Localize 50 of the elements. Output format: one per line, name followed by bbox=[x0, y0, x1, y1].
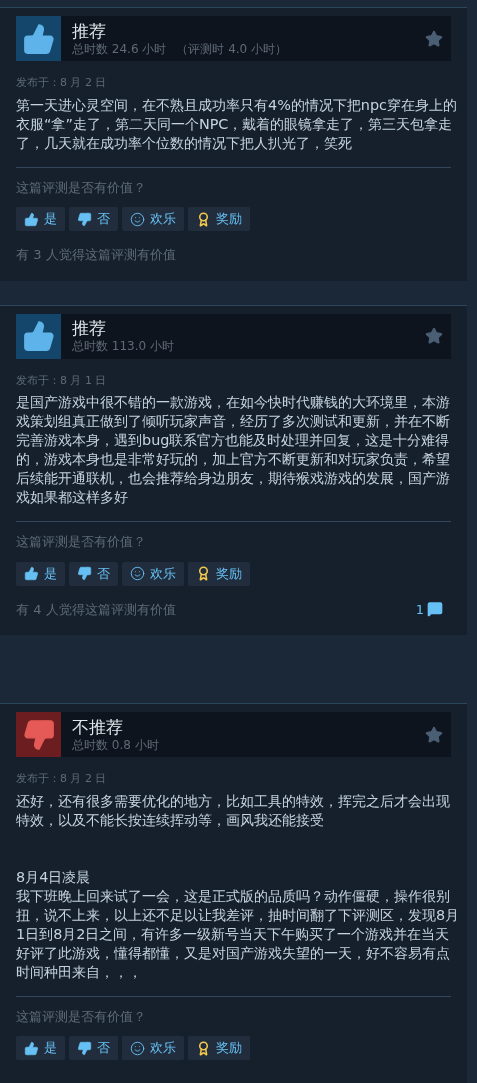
thumbs-down-icon bbox=[77, 566, 92, 581]
verdict-title: 推荐 bbox=[72, 318, 107, 338]
vote-button[interactable]: 否 bbox=[69, 1036, 118, 1060]
vote-button[interactable]: 奖励 bbox=[188, 561, 250, 586]
vote-button[interactable]: 否 bbox=[69, 561, 118, 586]
thumbs-down-icon bbox=[77, 211, 92, 227]
helpful-question: 这篇评测是否有价值？ bbox=[16, 178, 147, 197]
verdict-title: 不推荐 bbox=[72, 716, 124, 737]
posted-date: 发布于：8 月 2 日 bbox=[16, 771, 108, 787]
vote-button[interactable]: 是 bbox=[16, 1036, 65, 1060]
speech-bubble-icon bbox=[427, 601, 443, 618]
award-icon bbox=[196, 211, 211, 227]
thumbs-up-icon bbox=[24, 1040, 39, 1056]
playtime-text: 总时数 113.0 小时 bbox=[72, 338, 174, 354]
star-icon[interactable] bbox=[425, 725, 443, 744]
smiley-icon bbox=[130, 1040, 145, 1056]
star-icon[interactable] bbox=[425, 327, 443, 345]
award-icon bbox=[196, 1040, 211, 1056]
award-icon bbox=[196, 566, 211, 581]
playtime-at-review-text: （评测时 4.0 小时） bbox=[176, 40, 288, 57]
helpful-question: 这篇评测是否有价值？ bbox=[16, 533, 147, 551]
vote-button[interactable]: 欢乐 bbox=[122, 1036, 184, 1060]
smiley-icon bbox=[130, 211, 145, 227]
helpful-count-text: 有 4 人觉得这篇评测有价值 bbox=[16, 600, 176, 619]
vote-button[interactable]: 欢乐 bbox=[122, 561, 184, 586]
thumbs-up-icon bbox=[24, 566, 39, 581]
review-text: 还好，还有很多需要优化的地方，比如工具的特效，挥完之后才会出现特效，以及不能长按连续挥动等，画风我还能接受 bbox=[16, 791, 451, 830]
posted-date: 发布于：8 月 1 日 bbox=[16, 372, 108, 389]
helpful-count-text: 有 3 人觉得这篇评测有价值 bbox=[16, 246, 176, 264]
vote-button[interactable]: 否 bbox=[69, 207, 118, 231]
verdict-title: 推荐 bbox=[72, 20, 107, 41]
thumbs-down-icon bbox=[77, 1040, 92, 1056]
vote-button[interactable]: 是 bbox=[16, 561, 65, 586]
playtime-text: 总时数 24.6 小时 bbox=[72, 40, 167, 57]
vote-button[interactable]: 奖励 bbox=[188, 207, 250, 231]
posted-date: 发布于：8 月 2 日 bbox=[16, 75, 108, 91]
thumbs-up-icon bbox=[24, 211, 39, 227]
review-text: 8月4日凌晨 bbox=[16, 867, 92, 887]
star-icon[interactable] bbox=[425, 29, 443, 48]
review-text: 我下班晚上回来试了一会，这是正式版的品质吗？动作僵硬，操作很别扭，说不上来，以上还不足以让我差评，抽时间翻了下评测区，发现8月1日到8月2日之间，有许多一级新号当天下午购买了一个游戏并在当天好评了此游戏，懂得都懂，又是对国产游戏失望的一天，好不容易有点时间种田来自，，， bbox=[16, 886, 461, 982]
vote-button[interactable]: 是 bbox=[16, 207, 65, 231]
review-text: 第一天进心灵空间，在不熟且成功率只有4%的情况下把npc穿在身上的衣服“拿”走了，第二天同一个NPC，戴着的眼镜拿走了，第三天包拿走了，几天就在成功率个位数的情况下把人扒光了，笑死 bbox=[16, 95, 458, 153]
review-text: 是国产游戏中很不错的一款游戏，在如今快时代赚钱的大环境里，本游戏策划组真正做到了倾听玩家声音，经历了多次测试和更新，并在不断完善游戏本身，遇到bug联系官方也能及时处理并回复，这是十分难得的，游戏本身也是非常好玩的，加上官方不断更新和对玩家负责，希望后续能开通联机，也会推荐给身边朋友，期待猴戏游戏的发展，国产游戏如果都这样多好 bbox=[16, 393, 451, 507]
playtime-text: 总时数 0.8 小时 bbox=[72, 736, 159, 753]
smiley-icon bbox=[130, 566, 145, 581]
thumbs-up-icon bbox=[21, 319, 56, 353]
vote-button[interactable]: 奖励 bbox=[188, 1036, 250, 1060]
helpful-question: 这篇评测是否有价值？ bbox=[16, 1007, 147, 1026]
comments-link[interactable]: 1 bbox=[415, 599, 443, 619]
vote-button[interactable]: 欢乐 bbox=[122, 207, 184, 231]
